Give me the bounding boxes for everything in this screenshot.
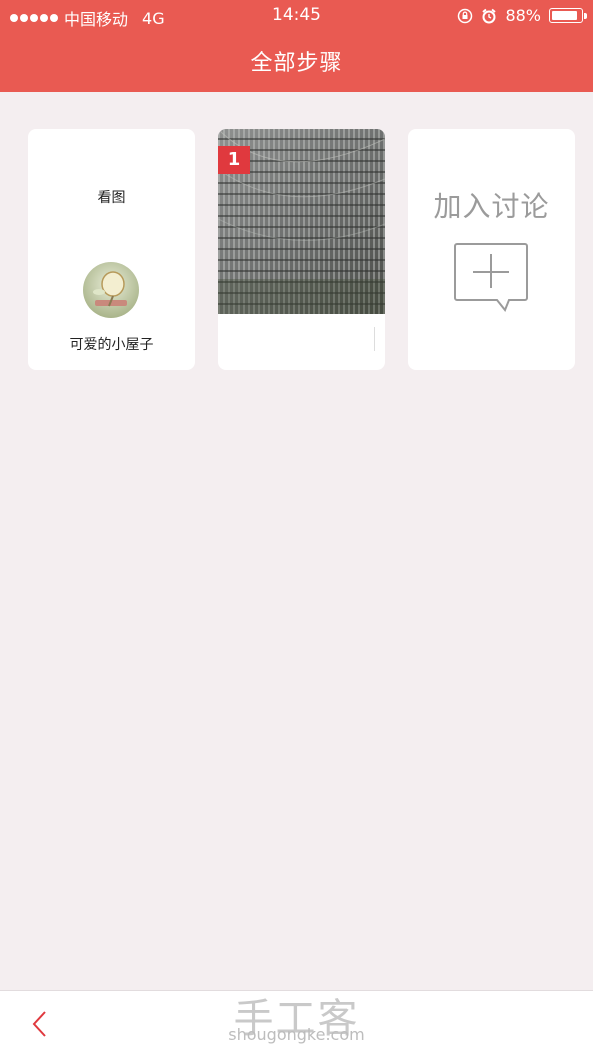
- battery-fill: [552, 11, 577, 20]
- app-header: 中国移动 4G 14:45 88% 全部步骤: [0, 0, 593, 92]
- rotation-lock-icon: [458, 8, 473, 23]
- page-title: 全部步骤: [250, 51, 343, 76]
- alarm-icon: [482, 8, 497, 23]
- author-card-label: 看图: [97, 190, 126, 206]
- status-right: 88%: [457, 6, 587, 25]
- author-name[interactable]: 可爱的小屋子: [28, 334, 195, 354]
- battery-icon: [549, 8, 587, 23]
- status-bar: 中国移动 4G 14:45 88%: [0, 0, 593, 32]
- step-divider: [374, 327, 375, 351]
- battery-percent: 88%: [505, 6, 541, 25]
- step-number-badge: 1: [218, 146, 250, 174]
- join-discussion-card[interactable]: 加入讨论: [408, 129, 575, 370]
- step-card[interactable]: 1: [218, 129, 385, 370]
- comment-add-icon: [454, 243, 528, 312]
- avatar[interactable]: [83, 262, 139, 318]
- watermark-url: shougongke.com: [228, 1025, 365, 1044]
- join-discussion-label: 加入讨论: [433, 190, 550, 223]
- author-card[interactable]: 看图 可爱的小屋子: [28, 129, 195, 370]
